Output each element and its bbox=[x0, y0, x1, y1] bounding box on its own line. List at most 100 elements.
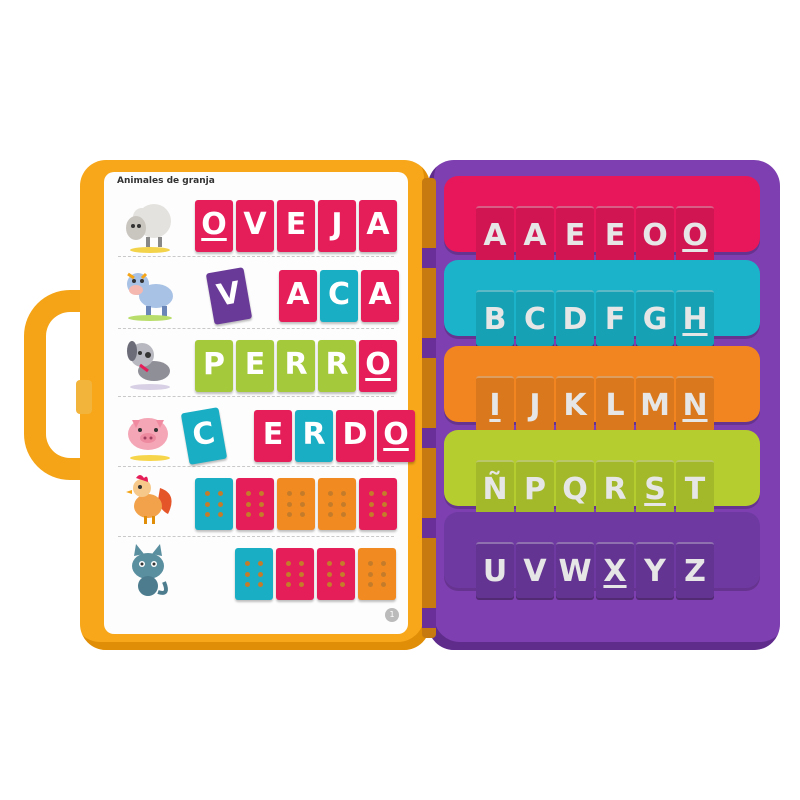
alphabet-letter-label: H bbox=[682, 302, 708, 337]
empty-tile-slot[interactable] bbox=[358, 548, 396, 600]
letter-tile[interactable]: A bbox=[361, 270, 399, 322]
letter-tile-label: E bbox=[262, 417, 284, 452]
alphabet-letter-label: Y bbox=[644, 554, 666, 589]
alphabet-letter-tile[interactable]: C bbox=[516, 290, 554, 346]
letter-tile[interactable]: A bbox=[279, 270, 317, 322]
letter-tile[interactable]: E bbox=[277, 200, 315, 252]
alphabet-letter-tile[interactable]: Z bbox=[676, 542, 714, 598]
letter-tile[interactable]: R bbox=[318, 340, 356, 392]
row-divider bbox=[118, 328, 394, 329]
letter-tile-label: O bbox=[201, 207, 227, 242]
letter-tile-label: A bbox=[368, 277, 392, 312]
page-title: Animales de granja bbox=[117, 176, 215, 186]
alphabet-letter-label: K bbox=[563, 388, 587, 423]
letter-tile[interactable]: A bbox=[359, 200, 397, 252]
empty-tile-slot[interactable] bbox=[276, 548, 314, 600]
letter-tile-label: R bbox=[325, 347, 349, 382]
empty-tile-slot[interactable] bbox=[235, 548, 273, 600]
empty-tile-slot[interactable] bbox=[317, 548, 355, 600]
letter-tile[interactable]: O bbox=[359, 340, 397, 392]
letter-tile[interactable]: O bbox=[195, 200, 233, 252]
alphabet-letter-tile[interactable]: R bbox=[596, 460, 634, 516]
alphabet-letter-label: J bbox=[529, 388, 541, 423]
alphabet-letter-label: N bbox=[682, 388, 708, 423]
letter-tile[interactable]: O bbox=[377, 410, 415, 462]
alphabet-letter-tile[interactable]: Y bbox=[636, 542, 674, 598]
alphabet-letter-label: P bbox=[524, 472, 546, 507]
row-divider bbox=[118, 396, 394, 397]
empty-tile-slot[interactable] bbox=[236, 478, 274, 530]
alphabet-letter-tile[interactable]: J bbox=[516, 376, 554, 432]
alphabet-letter-tile[interactable]: N bbox=[676, 376, 714, 432]
alphabet-letter-tile[interactable]: M bbox=[636, 376, 674, 432]
alphabet-letter-tile[interactable]: U bbox=[476, 542, 514, 598]
alphabet-letter-label: T bbox=[684, 472, 706, 507]
dog-icon bbox=[127, 341, 170, 390]
alphabet-letter-tile[interactable]: O bbox=[636, 206, 674, 262]
alphabet-letter-tile[interactable]: H bbox=[676, 290, 714, 346]
alphabet-letter-tile[interactable]: E bbox=[596, 206, 634, 262]
letter-tile[interactable]: D bbox=[336, 410, 374, 462]
letter-tile-label: P bbox=[203, 347, 225, 382]
alphabet-letter-tile[interactable]: W bbox=[556, 542, 594, 598]
empty-tile-slot[interactable] bbox=[318, 478, 356, 530]
alphabet-letter-tile[interactable]: L bbox=[596, 376, 634, 432]
alphabet-letter-label: O bbox=[642, 218, 668, 253]
alphabet-letter-tile[interactable]: O bbox=[676, 206, 714, 262]
alphabet-letter-tile[interactable]: D bbox=[556, 290, 594, 346]
alphabet-letter-tile[interactable]: P bbox=[516, 460, 554, 516]
alphabet-letter-label: M bbox=[640, 388, 670, 423]
alphabet-letter-tile[interactable]: F bbox=[596, 290, 634, 346]
alphabet-letter-tile[interactable]: Ñ bbox=[476, 460, 514, 516]
empty-tile-slot[interactable] bbox=[359, 478, 397, 530]
alphabet-letter-label: D bbox=[562, 302, 588, 337]
alphabet-letter-tile[interactable]: S bbox=[636, 460, 674, 516]
letter-tile-label: E bbox=[244, 347, 266, 382]
alphabet-letter-label: V bbox=[523, 554, 547, 589]
alphabet-letter-label: Ñ bbox=[482, 472, 508, 507]
alphabet-letter-tile[interactable]: A bbox=[476, 206, 514, 262]
cow-icon bbox=[127, 272, 173, 321]
letter-tile[interactable]: V bbox=[236, 200, 274, 252]
alphabet-letter-tile[interactable]: Q bbox=[556, 460, 594, 516]
alphabet-letter-tile[interactable]: X bbox=[596, 542, 634, 598]
letter-tile-label: O bbox=[365, 347, 391, 382]
alphabet-letter-label: L bbox=[605, 388, 625, 423]
page-number: 1 bbox=[385, 608, 399, 622]
alphabet-letter-tile[interactable]: I bbox=[476, 376, 514, 432]
alphabet-letter-label: R bbox=[603, 472, 627, 507]
alphabet-letter-tile[interactable]: T bbox=[676, 460, 714, 516]
alphabet-letter-tile[interactable]: B bbox=[476, 290, 514, 346]
empty-tile-slot[interactable] bbox=[277, 478, 315, 530]
alphabet-letter-tile[interactable]: A bbox=[516, 206, 554, 262]
letter-tile-label: A bbox=[286, 277, 310, 312]
letter-tile[interactable]: E bbox=[236, 340, 274, 392]
letter-tile-label: A bbox=[366, 207, 390, 242]
letter-tile-label: V bbox=[214, 275, 244, 314]
sheep-icon bbox=[126, 204, 171, 253]
alphabet-letter-tile[interactable]: V bbox=[516, 542, 554, 598]
alphabet-letter-tile[interactable]: K bbox=[556, 376, 594, 432]
row-divider bbox=[118, 466, 394, 467]
alphabet-letter-tile[interactable]: G bbox=[636, 290, 674, 346]
letter-tile-label: C bbox=[189, 415, 218, 454]
letter-tile[interactable]: J bbox=[318, 200, 356, 252]
alphabet-letter-label: W bbox=[558, 554, 592, 589]
alphabet-letter-label: C bbox=[523, 302, 547, 337]
alphabet-letter-tile[interactable]: E bbox=[556, 206, 594, 262]
letter-tile[interactable]: C bbox=[320, 270, 358, 322]
cat-icon bbox=[132, 544, 168, 596]
empty-tile-slot[interactable] bbox=[195, 478, 233, 530]
rooster-icon bbox=[126, 475, 172, 524]
letter-tile[interactable]: R bbox=[277, 340, 315, 392]
letter-tile[interactable]: R bbox=[295, 410, 333, 462]
letter-tile[interactable]: P bbox=[195, 340, 233, 392]
alphabet-letter-label: X bbox=[603, 554, 627, 589]
alphabet-letter-label: E bbox=[564, 218, 586, 253]
alphabet-letter-label: B bbox=[483, 302, 507, 337]
alphabet-letter-label: S bbox=[644, 472, 666, 507]
letter-tile[interactable]: E bbox=[254, 410, 292, 462]
row-divider bbox=[118, 536, 394, 537]
letter-tile-label: C bbox=[327, 277, 351, 312]
case-hinge bbox=[422, 178, 436, 638]
